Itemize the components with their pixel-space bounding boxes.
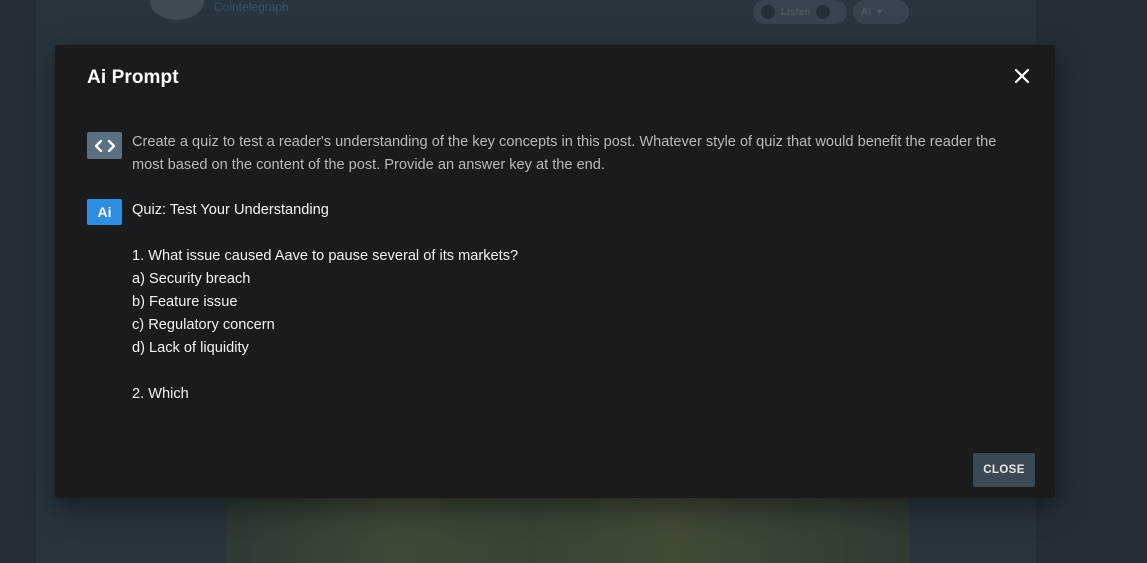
prompt-message: Create a quiz to test a reader's underst… (87, 132, 1023, 177)
response-line: d) Lack of liquidity (132, 340, 249, 356)
dialog-title: Ai Prompt (87, 67, 179, 88)
response-line: b) Feature issue (132, 294, 238, 310)
response-line: 1. What issue caused Aave to pause sever… (132, 248, 519, 264)
response-line (132, 222, 518, 245)
code-icon (87, 132, 122, 159)
ai-response-text: Quiz: Test Your Understanding 1. What is… (132, 199, 518, 406)
ai-prompt-dialog: Ai Prompt Create a quiz to test a reader… (55, 45, 1055, 498)
response-line: 2. Which (132, 386, 189, 402)
response-line: c) Regulatory concern (132, 317, 275, 333)
prompt-text: Create a quiz to test a reader's underst… (132, 134, 997, 173)
close-button[interactable]: CLOSE (973, 453, 1035, 487)
response-line: a) Security breach (132, 271, 251, 287)
close-icon[interactable] (1011, 65, 1033, 87)
response-line (132, 360, 518, 383)
ai-response-message: Ai Quiz: Test Your Understanding 1. What… (87, 199, 1023, 406)
response-line: Quiz: Test Your Understanding (132, 202, 329, 218)
ai-badge: Ai (87, 199, 122, 225)
